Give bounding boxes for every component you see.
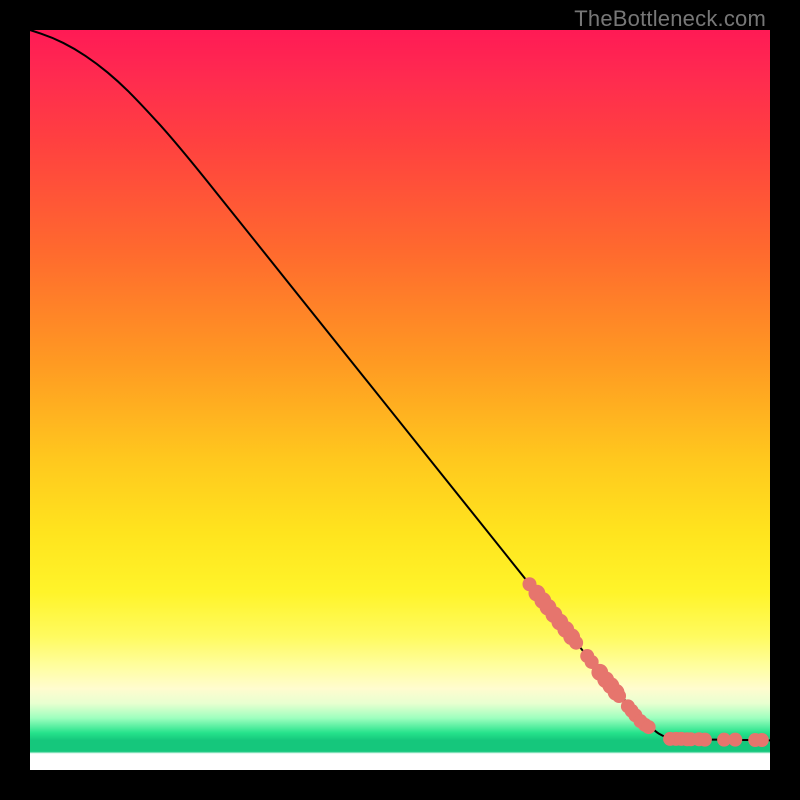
curve-line [30, 30, 770, 740]
markers-diagonal-group [523, 577, 656, 734]
chart-svg [30, 30, 770, 770]
watermark-text: TheBottleneck.com [574, 6, 766, 32]
chart-frame: TheBottleneck.com [0, 0, 800, 800]
data-marker [755, 733, 769, 747]
data-marker [569, 636, 583, 650]
data-marker [642, 720, 656, 734]
data-marker [728, 733, 742, 747]
data-marker [698, 733, 712, 747]
plot-area [30, 30, 770, 770]
